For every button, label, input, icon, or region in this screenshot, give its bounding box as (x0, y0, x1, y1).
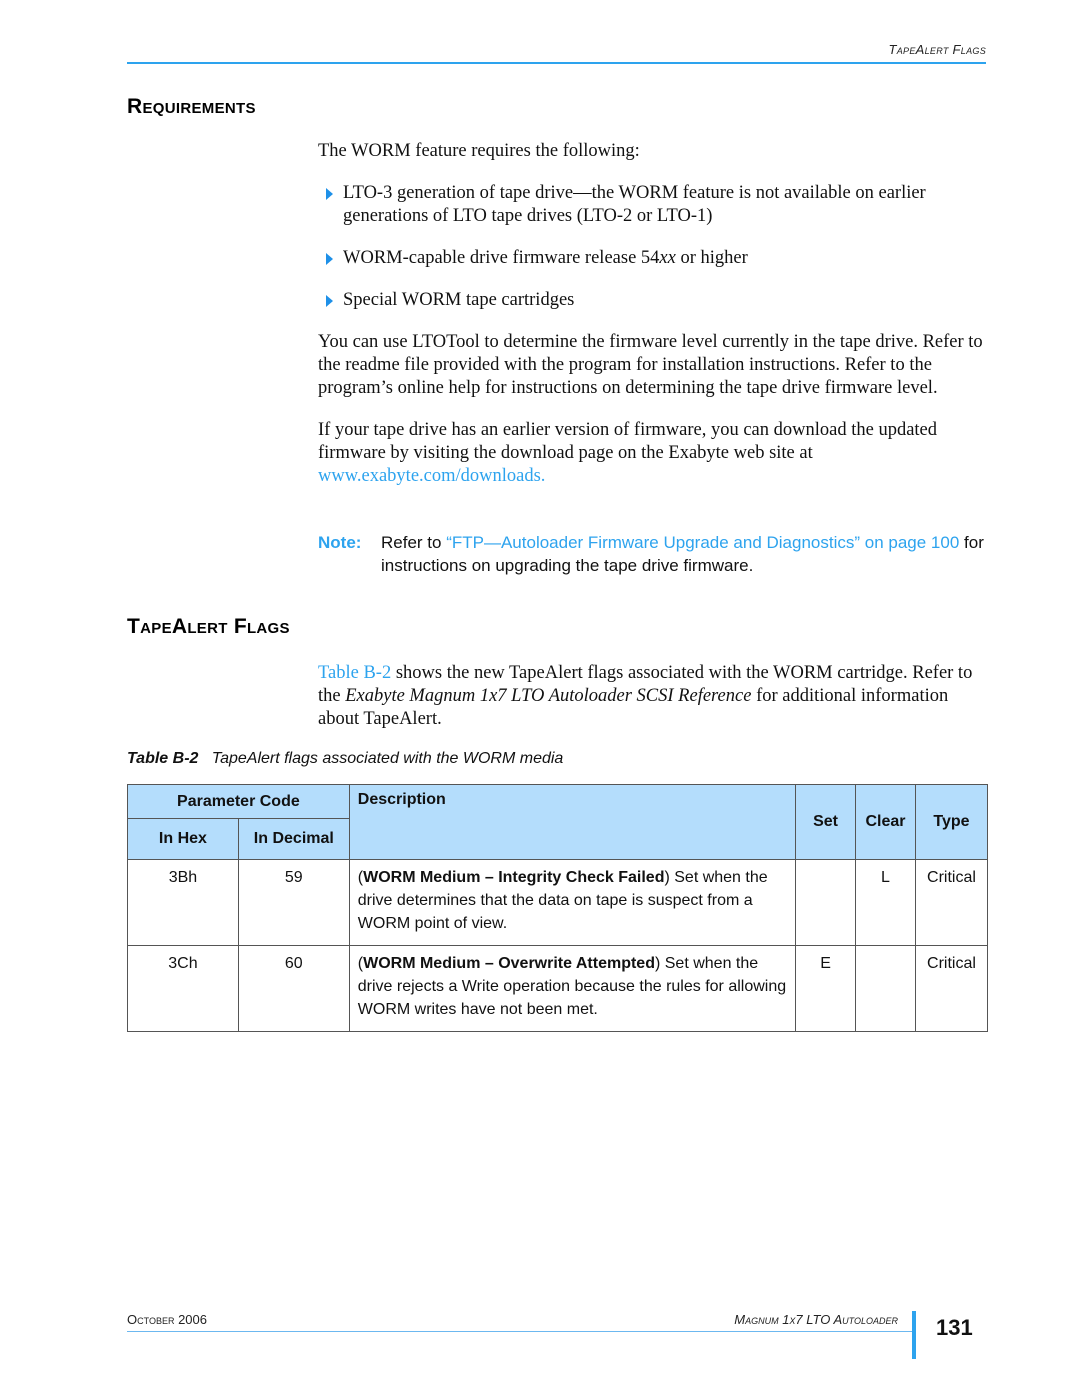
tapealert-body: Table B-2 shows the new TapeAlert flags … (318, 662, 988, 731)
header-clear: Clear (855, 784, 916, 860)
requirements-heading: Requirements (127, 95, 256, 118)
footer-date: October 2006 (127, 1312, 207, 1327)
cell-decimal: 60 (237, 945, 350, 1032)
bullet-arrow-icon (326, 253, 333, 265)
cell-decimal: 59 (237, 859, 350, 946)
footer-rule (127, 1331, 913, 1332)
bullet-text: Special WORM tape cartridges (343, 290, 575, 310)
tapealert-intro: Table B-2 shows the new TapeAlert flags … (318, 662, 988, 731)
cell-description: (WORM Medium – Integrity Check Failed) S… (348, 859, 797, 946)
header-set: Set (795, 784, 856, 860)
tapealert-flags-table: Parameter Code Description Set Clear Typ… (127, 784, 989, 1032)
table-row: 3Bh 59 (WORM Medium – Integrity Check Fa… (127, 859, 989, 946)
cell-hex: 3Ch (127, 945, 239, 1032)
list-item: LTO-3 generation of tape drive—the WORM … (318, 182, 988, 228)
download-text: If your tape drive has an earlier versio… (318, 420, 938, 463)
bullet-text-suffix: or higher (675, 248, 748, 268)
table-b2-link[interactable]: Table B-2 (318, 663, 391, 683)
bullet-arrow-icon (326, 295, 333, 307)
table-caption: Table B-2 TapeAlert flags associated wit… (127, 750, 563, 768)
table-caption-label: Table B-2 (127, 750, 199, 767)
note-callout: Note: Refer to “FTP—Autoloader Firmware … (318, 531, 988, 577)
header-description: Description (348, 784, 797, 860)
cell-clear: L (855, 859, 916, 946)
ftp-firmware-upgrade-link[interactable]: “FTP—Autoloader Firmware Upgrade and Dia… (446, 533, 959, 552)
scsi-reference-title: Exabyte Magnum 1x7 LTO Autoloader SCSI R… (345, 686, 752, 706)
footer-product: Magnum 1x7 LTO Autoloader (734, 1312, 898, 1327)
bullet-arrow-icon (326, 188, 333, 200)
bullet-text-prefix: WORM-capable drive firmware release 54 (343, 248, 660, 268)
cell-type: Critical (914, 859, 989, 946)
ltotool-paragraph: You can use LTOTool to determine the fir… (318, 332, 983, 398)
list-item: Special WORM tape cartridges (318, 289, 988, 312)
bullet-text-italic: xx (659, 248, 676, 268)
bullet-text: LTO-3 generation of tape drive—the WORM … (343, 183, 926, 226)
requirements-intro: The WORM feature requires the following: (318, 141, 640, 161)
note-label: Note: (318, 533, 362, 552)
table-caption-text: TapeAlert flags associated with the WORM… (211, 750, 564, 767)
cell-set: E (795, 945, 856, 1032)
cell-hex: 3Bh (127, 859, 239, 946)
header-rule (127, 62, 986, 64)
requirements-body: The WORM feature requires the following:… (318, 140, 988, 488)
tapealert-heading: TapeAlert Flags (127, 615, 290, 638)
header-type: Type (914, 784, 989, 860)
flag-name: WORM Medium – Overwrite Attempted (363, 955, 655, 972)
running-header-title: TapeAlert Flags (888, 42, 986, 57)
cell-description: (WORM Medium – Overwrite Attempted) Set … (348, 945, 797, 1032)
header-in-decimal: In Decimal (237, 818, 350, 860)
table-row: 3Ch 60 (WORM Medium – Overwrite Attempte… (127, 945, 989, 1032)
footer-page-bar (912, 1311, 916, 1359)
cell-set (795, 859, 856, 946)
page-number: 131 (936, 1315, 973, 1340)
header-in-hex: In Hex (127, 818, 239, 860)
cell-type: Critical (914, 945, 989, 1032)
firmware-download-paragraph: If your tape drive has an earlier versio… (318, 419, 988, 488)
flag-name: WORM Medium – Integrity Check Failed (363, 869, 665, 886)
note-prefix: Refer to (381, 533, 447, 552)
cell-clear (855, 945, 916, 1032)
exabyte-downloads-link[interactable]: www.exabyte.com/downloads. (318, 466, 545, 486)
list-item: WORM-capable drive firmware release 54xx… (318, 247, 988, 270)
header-parameter-code: Parameter Code (127, 784, 350, 819)
